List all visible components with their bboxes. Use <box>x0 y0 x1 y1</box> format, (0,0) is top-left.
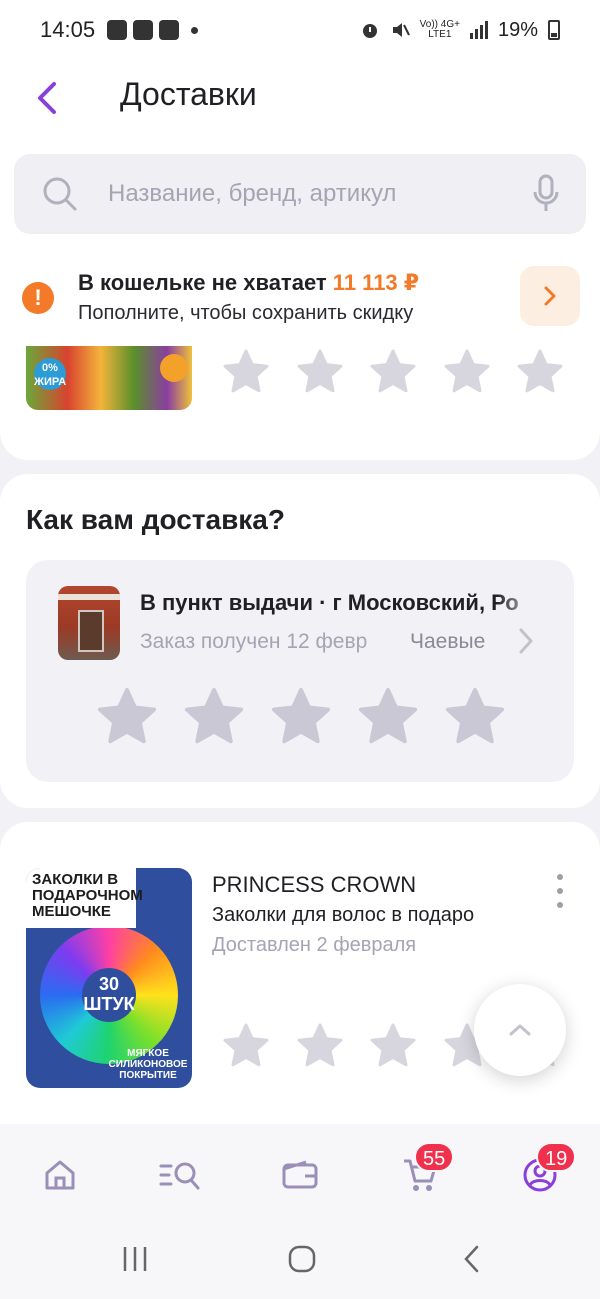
star-icon[interactable] <box>357 686 419 748</box>
star-icon[interactable] <box>222 1022 270 1070</box>
cart-badge: 55 <box>414 1142 455 1172</box>
battery-percent: 19% <box>497 18 538 41</box>
nav-home[interactable] <box>37 1152 83 1198</box>
recents-icon[interactable] <box>120 1244 150 1274</box>
scroll-to-top-button[interactable] <box>474 984 566 1076</box>
profile-badge: 19 <box>536 1142 577 1172</box>
header: Доставки <box>0 60 600 140</box>
status-time: 14:05 <box>40 17 96 42</box>
wallet-icon <box>282 1160 318 1189</box>
product-image-count: 30 ШТУК <box>82 968 136 1022</box>
star-icon[interactable] <box>443 348 491 396</box>
mail-icon <box>133 20 154 40</box>
home-circle-icon[interactable] <box>287 1244 317 1274</box>
delivery-feedback-card: Как вам доставка? В пункт выдачи · г Мос… <box>0 474 600 808</box>
chevron-right-icon[interactable] <box>516 626 536 656</box>
mute-icon <box>392 23 410 37</box>
delivery-rating[interactable] <box>96 686 506 748</box>
product-image-header: ЗАКОЛКИ В ПОДАРОЧНОМ МЕШОЧКЕ <box>26 868 143 928</box>
pickup-card[interactable]: В пункт выдачи · г Московский, Ро Заказ … <box>26 560 574 782</box>
star-icon[interactable] <box>96 686 158 748</box>
star-icon[interactable] <box>444 686 506 748</box>
order-status: Заказ получен 12 февр <box>140 630 368 653</box>
search-bar[interactable]: Название, бренд, артикул <box>14 154 586 234</box>
star-icon[interactable] <box>369 348 417 396</box>
previous-item-rating <box>222 348 564 396</box>
gallery-icon <box>107 20 128 40</box>
pickup-point-image <box>58 586 120 660</box>
more-options-icon[interactable] <box>554 874 566 908</box>
chevron-up-icon <box>509 1024 531 1036</box>
notification-icons <box>107 20 199 40</box>
status-bar: 14:05 Vo)) 4G+ LTE1 19% <box>0 0 600 60</box>
star-icon[interactable] <box>183 686 245 748</box>
pickup-title: В пункт выдачи · г Московский, Ро <box>140 590 519 615</box>
product-brand: PRINCESS CROWN <box>212 872 417 897</box>
wallet-topup-button[interactable] <box>520 266 580 326</box>
star-icon[interactable] <box>270 686 332 748</box>
search-icon <box>43 177 77 211</box>
delivery-feedback-title: Как вам доставка? <box>26 504 285 535</box>
more-notifications-icon <box>191 26 199 34</box>
star-icon[interactable] <box>296 348 344 396</box>
back-icon[interactable] <box>460 1244 484 1274</box>
signal-icon <box>469 21 488 39</box>
star-icon[interactable] <box>296 1022 344 1070</box>
battery-icon <box>548 20 560 40</box>
chevron-right-icon <box>544 286 556 306</box>
network-label: Vo)) 4G+ LTE1 <box>419 19 460 40</box>
top-card: Название, бренд, артикул ! В кошельке не… <box>0 140 600 460</box>
wallet-banner[interactable]: ! В кошельке не хватает 11 113 ₽ Пополни… <box>0 258 600 334</box>
tips-link[interactable]: Чаевые <box>410 630 485 654</box>
home-icon <box>45 1160 75 1190</box>
image-label: 0% ЖИРА <box>34 358 66 390</box>
nav-catalog[interactable] <box>157 1152 203 1198</box>
previous-product-image[interactable]: 0% ЖИРА <box>26 346 192 410</box>
alert-icon: ! <box>22 282 54 314</box>
wallet-title: В кошельке не хватает 11 113 ₽ <box>78 270 420 295</box>
product-name[interactable]: Заколки для волос в подаро <box>212 904 518 927</box>
wallet-subtitle: Пополните, чтобы сохранить скидку <box>78 302 414 324</box>
product-image-footer: МЯГКОЕ СИЛИКОНОВОЕ ПОКРЫТИЕ <box>108 1048 188 1081</box>
status-right: Vo)) 4G+ LTE1 19% <box>360 19 560 42</box>
back-chevron-icon[interactable] <box>32 78 62 118</box>
bottom-navigation: 55 19 <box>0 1124 600 1224</box>
product-image[interactable]: ЗАКОЛКИ В ПОДАРОЧНОМ МЕШОЧКЕ 30 ШТУК МЯГ… <box>26 868 192 1088</box>
star-icon[interactable] <box>369 1022 417 1070</box>
page-title: Доставки <box>120 76 257 112</box>
image-badge <box>160 354 188 382</box>
alarm-icon <box>362 24 377 38</box>
catalog-search-icon <box>159 1162 200 1190</box>
search-input[interactable]: Название, бренд, артикул <box>108 180 396 208</box>
system-navigation <box>0 1224 600 1299</box>
delivery-date: Доставлен 2 февраля <box>212 934 417 956</box>
microphone-icon[interactable] <box>532 174 560 214</box>
app-icon <box>159 20 180 40</box>
nav-wallet[interactable] <box>277 1152 323 1198</box>
wallet-amount: 11 113 ₽ <box>332 270 420 295</box>
star-icon[interactable] <box>222 348 270 396</box>
star-icon[interactable] <box>516 348 564 396</box>
product-card: ЗАКОЛКИ В ПОДАРОЧНОМ МЕШОЧКЕ 30 ШТУК МЯГ… <box>0 822 600 1142</box>
